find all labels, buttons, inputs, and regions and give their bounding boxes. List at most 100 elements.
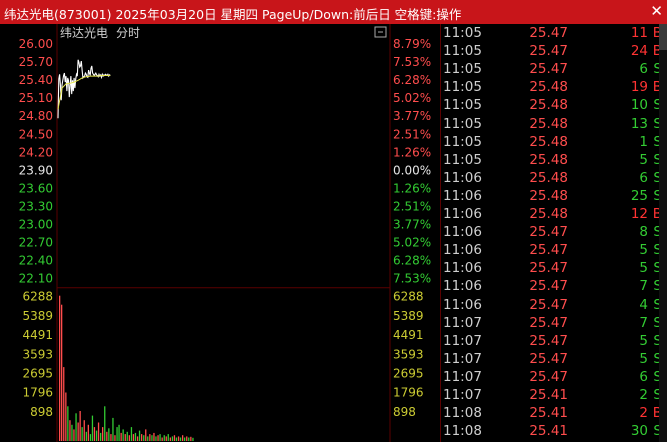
pct-tick-label: 3.77% [393,109,431,123]
volume-tick-label: 2695 [22,367,53,381]
volume-bar [89,434,92,441]
volume-bar [149,434,151,441]
volume-bar [173,435,176,441]
tick-price: 25.41 [529,405,568,422]
volume-bar [61,304,63,441]
pct-tick-label: 1.26% [393,145,431,159]
tick-time: 11:05 [443,97,482,114]
volume-bar [157,435,159,441]
volume-bar [97,422,100,441]
tick-volume: 6 [639,368,648,385]
volume-bar [102,427,104,441]
tick-row: 11:07 25.47 5 S [441,333,667,351]
tick-volume: 25 [630,187,648,204]
price-tick-label: 22.40 [19,254,53,268]
tick-row: 11:06 25.48 25 S [441,188,667,206]
volume-bar [184,437,186,441]
volume-bar [63,367,65,441]
tick-volume: 8 [639,224,648,241]
tick-time: 11:08 [443,423,482,440]
pct-tick-label: 0.00% [393,163,431,177]
volume-tick-label: 898 [30,405,53,419]
volume-bar [71,424,73,441]
volume-tick-label: 3593 [22,347,53,361]
volume-tick-label-right: 5389 [393,309,424,323]
price-tick-label: 25.10 [19,91,53,105]
pct-tick-label: 8.79% [393,37,431,51]
scrollbar-thumb[interactable] [659,24,667,50]
price-tick-label: 23.60 [19,181,53,195]
price-tick-label: 24.50 [19,127,53,141]
tick-time: 11:06 [443,242,482,259]
volume-bar [143,435,145,441]
tick-volume: 5 [639,350,648,367]
volume-bar [104,406,106,441]
volume-bar [132,434,135,441]
close-icon[interactable]: ✕ [650,2,663,20]
tick-volume: 30 [630,423,648,440]
tick-list[interactable]: 11:05 25.47 11 B 11:05 25.47 24 B 11:05 25.47 6 S 11… [440,24,667,442]
tick-time: 11:06 [443,206,482,222]
volume-bar [175,437,178,441]
tick-price: 25.47 [529,61,568,78]
tick-list-scrollbar[interactable] [659,24,667,442]
price-tick-label: 24.20 [19,145,53,159]
volume-bar [177,436,180,441]
volume-bar [134,432,137,441]
tick-row: 11:05 25.47 24 B [441,43,667,61]
pct-tick-label: 5.02% [393,236,431,250]
tick-time: 11:06 [443,260,482,277]
tick-price: 25.48 [529,79,568,96]
tick-volume: 13 [630,115,648,132]
volume-bar [110,434,112,441]
tick-time: 11:05 [443,151,482,168]
volume-bar [188,437,190,441]
volume-bar [77,422,79,441]
tick-price: 25.47 [529,368,568,385]
intraday-chart[interactable]: 纬达光电 分时 26.00 8.79% 25.70 7.53% 25.40 6.28% 25.1… [0,24,440,442]
tick-price: 25.47 [529,242,568,259]
volume-bar [116,427,118,441]
intraday-chart-panel[interactable]: 纬达光电 分时 26.00 8.79% 25.70 7.53% 25.40 6.28% 25.1… [0,24,440,442]
volume-bar [120,432,122,441]
tick-volume: 2 [639,387,648,403]
title-bar: 纬达光电(873001) 2025年03月20日 星期四 PageUp/Down… [0,0,667,24]
tick-volume: 10 [630,97,648,114]
tick-row: 11:06 25.47 5 S [441,260,667,278]
volume-bar [167,434,169,441]
tick-volume: 7 [639,314,648,331]
volume-bar [106,431,108,441]
tick-time: 11:08 [443,405,482,422]
pct-tick-label: 6.28% [393,254,431,268]
volume-bar [85,431,87,441]
volume-bar [81,427,83,441]
volume-tick-label-right: 6288 [393,290,424,304]
chart-stock-name: 纬达光电 [60,26,108,40]
price-tick-label: 23.90 [19,163,53,177]
price-tick-label: 26.00 [19,37,53,51]
tick-time: 11:06 [443,169,482,186]
volume-bar [151,435,153,441]
volume-bar [190,436,192,441]
price-tick-label: 23.30 [19,199,53,213]
volume-tick-label: 5389 [22,309,53,323]
tick-price: 25.47 [529,278,568,295]
tick-price: 25.47 [529,260,568,277]
volume-bar [65,392,67,441]
tick-row: 11:08 25.41 2 B [441,405,667,423]
price-tick-label: 25.40 [19,73,53,87]
volume-bar [118,424,120,441]
volume-bar [122,429,124,441]
volume-tick-label-right: 4491 [393,328,424,342]
tick-row: 11:07 25.41 2 S [441,387,667,405]
tick-volume: 5 [639,151,648,168]
tick-volume: 4 [639,296,648,313]
pct-tick-label: 1.26% [393,181,431,195]
volume-bar [95,430,98,441]
volume-bar [141,434,143,441]
tick-row: 11:05 25.48 10 S [441,97,667,115]
tick-price: 25.48 [529,169,568,186]
volume-bar [171,436,174,441]
tick-time: 11:07 [443,314,482,331]
tick-row: 11:06 25.48 12 B [441,206,667,224]
